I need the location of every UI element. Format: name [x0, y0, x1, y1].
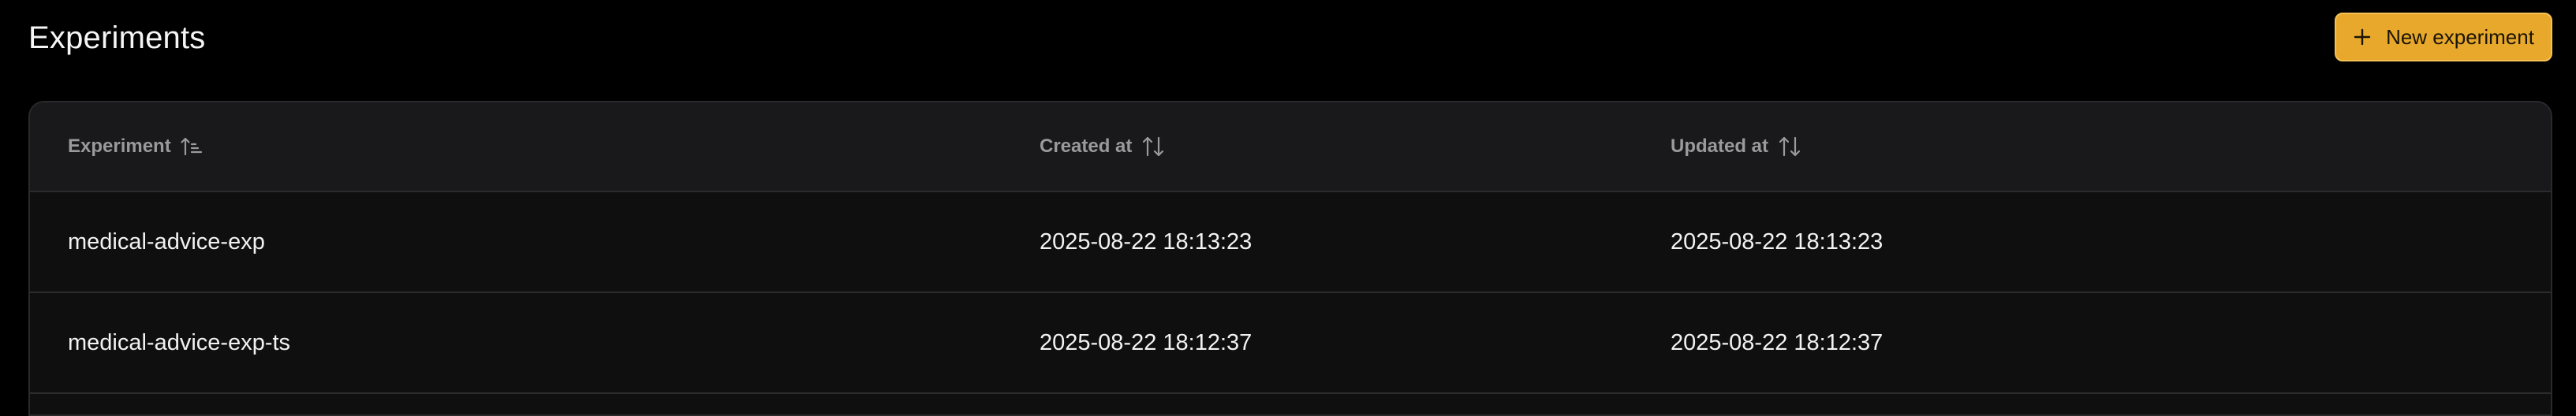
column-header-updated-at[interactable]: Updated at	[1671, 102, 1801, 191]
column-header-label: Experiment	[68, 136, 171, 157]
column-header-experiment[interactable]: Experiment	[68, 102, 203, 191]
updated-at-cell: 2025-08-22 18:12:37	[1671, 329, 1883, 355]
table-header: Experiment Created at Updated at	[30, 102, 2551, 192]
table-row[interactable]: medical-advice-exp-ts 2025-08-22 18:12:3…	[30, 293, 2551, 394]
table-row[interactable]: medical-advice-exp 2025-08-22 18:13:23 2…	[30, 192, 2551, 293]
sort-both-icon[interactable]	[1141, 136, 1165, 158]
new-experiment-button[interactable]: New experiment	[2335, 13, 2552, 61]
page-header: Experiments New experiment	[28, 0, 2552, 79]
experiment-name-cell[interactable]: medical-advice-exp	[68, 192, 265, 292]
sort-ascending-icon[interactable]	[181, 136, 203, 157]
column-header-label: Updated at	[1671, 136, 1769, 157]
column-header-label: Created at	[1040, 136, 1133, 157]
sort-both-icon[interactable]	[1778, 136, 1801, 158]
created-at-cell: 2025-08-22 18:12:37	[1040, 329, 1253, 355]
experiment-name-cell[interactable]: medical-advice-exp-ts	[68, 293, 290, 392]
experiments-table: Experiment Created at Updated at medical…	[28, 101, 2552, 416]
column-header-created-at[interactable]: Created at	[1040, 102, 1165, 191]
updated-at-cell: 2025-08-22 18:13:23	[1671, 228, 1883, 254]
plus-icon	[2354, 28, 2371, 46]
new-experiment-label: New experiment	[2386, 24, 2534, 49]
created-at-cell: 2025-08-22 18:13:23	[1040, 228, 1253, 254]
page-title: Experiments	[28, 20, 206, 55]
